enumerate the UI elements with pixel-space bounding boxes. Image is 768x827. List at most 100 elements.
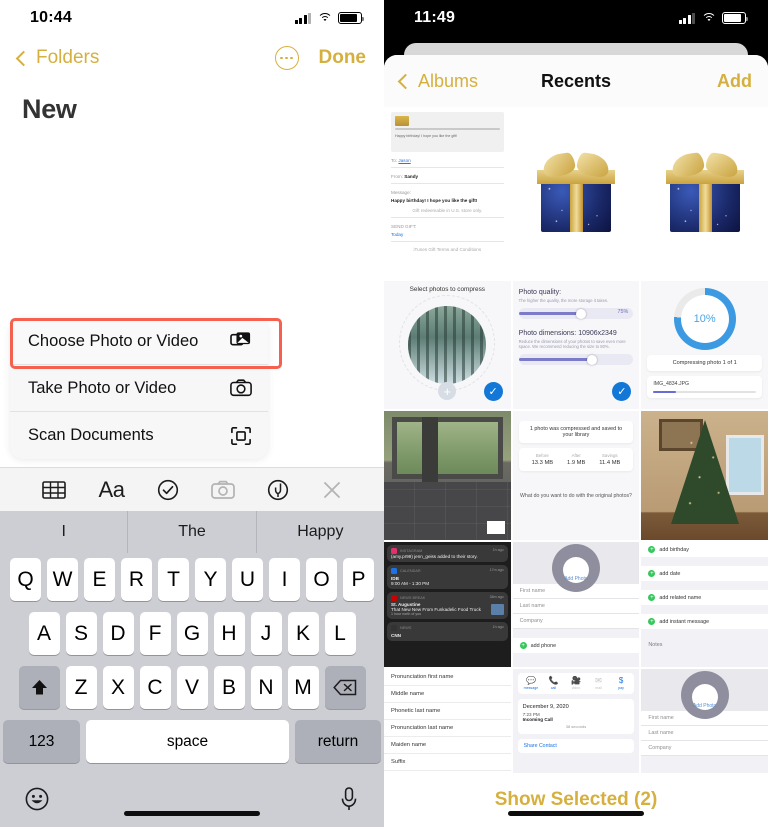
photo-cell[interactable]: Happy birthday! I hope you like the gift… bbox=[384, 107, 511, 279]
key-v[interactable]: V bbox=[176, 666, 208, 709]
photo-cell[interactable] bbox=[641, 411, 768, 540]
emoji-smiley-icon[interactable] bbox=[24, 786, 50, 817]
key-q[interactable]: Q bbox=[10, 558, 41, 601]
text-format-aa-icon[interactable]: Aa bbox=[99, 477, 125, 503]
back-to-albums-button[interactable]: Albums bbox=[397, 70, 479, 92]
photo-cell[interactable]: Pronunciation first name Middle name Pho… bbox=[384, 669, 511, 773]
wifi-icon bbox=[317, 12, 332, 24]
divider bbox=[391, 167, 504, 168]
send-gift-label: SEND GIFT: bbox=[391, 224, 417, 229]
key-r[interactable]: R bbox=[121, 558, 152, 601]
status-icons bbox=[678, 12, 749, 24]
key-t[interactable]: T bbox=[158, 558, 189, 601]
keyboard-bottom-bar bbox=[0, 775, 384, 827]
key-f[interactable]: F bbox=[139, 612, 171, 655]
video-camera-icon: 🎥 bbox=[571, 676, 581, 685]
ellipsis-circle-icon[interactable] bbox=[274, 46, 299, 70]
add-button[interactable]: Add bbox=[717, 71, 752, 92]
key-o[interactable]: O bbox=[306, 558, 337, 601]
blue-gift-box-photo bbox=[641, 107, 768, 279]
key-z[interactable]: Z bbox=[65, 666, 97, 709]
numbers-key[interactable]: 123 bbox=[3, 720, 80, 763]
key-j[interactable]: J bbox=[250, 612, 282, 655]
photo-cell[interactable]: + add birthday + add date + add related … bbox=[641, 542, 768, 667]
photo-cell[interactable]: Photo quality: The higher the quality, t… bbox=[512, 281, 640, 409]
stat-label: After bbox=[571, 453, 581, 458]
photo-cell[interactable] bbox=[512, 107, 640, 279]
stats-card: Before 13.3 MB After 1.9 MB Savings 11.4… bbox=[518, 448, 634, 471]
show-selected-button[interactable]: Show Selected (2) bbox=[384, 773, 768, 827]
page-title: New bbox=[22, 94, 77, 124]
key-g[interactable]: G bbox=[176, 612, 208, 655]
photo-cell[interactable]: Select photos to compress + ✓ bbox=[384, 281, 511, 409]
add-related-name-label: add related name bbox=[659, 594, 702, 601]
photo-cell[interactable]: INSTAGRAM 1h ago (amy.pr99) jenn_geiss a… bbox=[384, 542, 511, 667]
key-n[interactable]: N bbox=[250, 666, 282, 709]
backspace-delete-icon[interactable] bbox=[324, 666, 366, 709]
menu-item-choose-photo-or-video[interactable]: Choose Photo or Video bbox=[10, 318, 268, 365]
new-contact-screenshot: Add Photo First name Last name Company +… bbox=[512, 542, 640, 667]
suggestion-chip[interactable]: I bbox=[0, 511, 127, 553]
compressing-progress-screenshot: 10% Compressing photo 1 of 1 IMG_4834.JP… bbox=[641, 281, 768, 409]
to-value: Jason bbox=[398, 158, 411, 163]
key-y[interactable]: Y bbox=[195, 558, 226, 601]
christmas-tree bbox=[670, 420, 739, 524]
quality-value: 75% bbox=[617, 309, 629, 315]
photo-grid: Happy birthday! I hope you like the gift… bbox=[384, 107, 768, 773]
key-i[interactable]: I bbox=[269, 558, 300, 601]
key-k[interactable]: K bbox=[287, 612, 319, 655]
progress-card: Compressing photo 1 of 1 bbox=[647, 355, 762, 371]
gift-box-thumb bbox=[395, 116, 409, 126]
photo-picker-sheet: Albums Recents Add Happy birthday! I hop… bbox=[384, 55, 768, 827]
plus-icon: + bbox=[438, 382, 457, 400]
back-label: Albums bbox=[418, 70, 479, 91]
photo-cell[interactable]: 1 photo was compressed and saved to your… bbox=[512, 411, 640, 540]
menu-item-scan-documents[interactable]: Scan Documents bbox=[10, 412, 268, 459]
suggestion-chip[interactable]: The bbox=[127, 511, 255, 553]
done-button[interactable]: Done bbox=[319, 47, 367, 69]
key-d[interactable]: D bbox=[102, 612, 134, 655]
photo-cell[interactable]: 💬 message 📞 call 🎥 video ✉ mail $ pay De… bbox=[512, 669, 640, 773]
markup-pen-circle-icon[interactable] bbox=[267, 479, 289, 501]
share-contact-row: Share Contact bbox=[517, 738, 635, 753]
back-to-folders-button[interactable]: Folders bbox=[15, 47, 99, 69]
call-duration: 38 seconds bbox=[565, 723, 587, 729]
key-e[interactable]: E bbox=[84, 558, 115, 601]
photo-cell[interactable]: 10% Compressing photo 1 of 1 IMG_4834.JP… bbox=[641, 281, 768, 409]
key-u[interactable]: U bbox=[232, 558, 263, 601]
photo-cell[interactable]: Add Photo First name Last name Company +… bbox=[512, 542, 640, 667]
key-w[interactable]: W bbox=[47, 558, 78, 601]
key-h[interactable]: H bbox=[213, 612, 245, 655]
from-label: From: bbox=[391, 174, 403, 179]
key-b[interactable]: B bbox=[213, 666, 245, 709]
microphone-icon[interactable] bbox=[338, 786, 360, 817]
key-l[interactable]: L bbox=[324, 612, 356, 655]
call-type: Incoming Call bbox=[522, 716, 553, 722]
contact-actions: 💬 message 📞 call 🎥 video ✉ mail $ pay bbox=[517, 673, 635, 694]
shift-up-arrow-icon[interactable] bbox=[18, 666, 60, 709]
right-phone-screen: 11:49 Albums Recents Add Happy birthday!… bbox=[384, 0, 768, 827]
key-p[interactable]: P bbox=[343, 558, 374, 601]
avatar bbox=[551, 544, 600, 592]
menu-item-take-photo-or-video[interactable]: Take Photo or Video bbox=[10, 365, 268, 412]
notification-time: 38m ago bbox=[489, 594, 504, 599]
space-key[interactable]: space bbox=[86, 720, 289, 763]
photo-cell[interactable] bbox=[384, 411, 511, 540]
key-x[interactable]: X bbox=[102, 666, 134, 709]
table-icon[interactable] bbox=[42, 480, 66, 500]
photo-cell[interactable] bbox=[641, 107, 768, 279]
notification-time: 1h ago bbox=[492, 548, 504, 552]
suggestion-chip[interactable]: Happy bbox=[255, 511, 384, 553]
close-x-icon[interactable] bbox=[322, 480, 342, 500]
attachment-action-menu: Choose Photo or Video Take Photo or Vide… bbox=[10, 318, 282, 459]
key-m[interactable]: M bbox=[287, 666, 319, 709]
checklist-circle-icon[interactable] bbox=[157, 479, 179, 501]
key-s[interactable]: S bbox=[65, 612, 97, 655]
camera-icon[interactable] bbox=[211, 480, 235, 500]
photo-cell[interactable]: Add Photo First name Last name Company bbox=[641, 669, 768, 773]
notification-time: 1h ago bbox=[492, 625, 504, 629]
key-a[interactable]: A bbox=[28, 612, 60, 655]
return-key[interactable]: return bbox=[295, 720, 381, 763]
key-c[interactable]: C bbox=[139, 666, 171, 709]
gift-card-preview-strip: Happy birthday! I hope you like the gift… bbox=[391, 112, 504, 152]
